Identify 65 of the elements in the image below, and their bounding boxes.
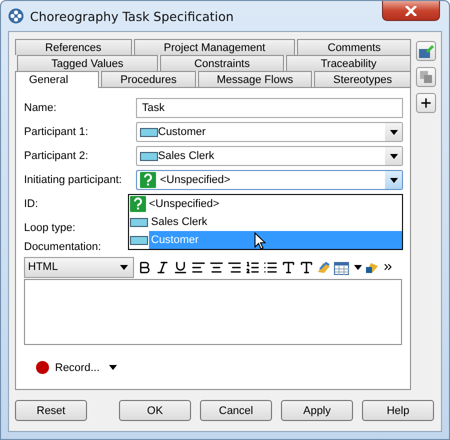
dialog-button[interactable]: Cancel bbox=[200, 400, 272, 421]
font-icon[interactable] bbox=[281, 260, 296, 274]
caret-icon bbox=[120, 264, 128, 270]
record-button[interactable]: Record... bbox=[34, 359, 119, 376]
dropdown-option[interactable]: Sales Clerk bbox=[149, 213, 402, 231]
tab[interactable]: General bbox=[15, 71, 100, 88]
align-center-icon[interactable] bbox=[209, 260, 224, 274]
tab[interactable]: Project Management bbox=[134, 39, 296, 55]
dropdown[interactable]: Sales Clerk bbox=[136, 146, 403, 166]
tab[interactable]: References bbox=[15, 39, 132, 55]
dialog-button[interactable]: Apply bbox=[281, 400, 353, 421]
dropdown[interactable]: Customer bbox=[136, 122, 403, 142]
paint-icon[interactable] bbox=[317, 260, 331, 274]
tab[interactable]: Constraints bbox=[160, 55, 284, 71]
documentation-field[interactable] bbox=[24, 279, 402, 345]
question-icon bbox=[140, 172, 156, 188]
format-dropdown[interactable]: HTML bbox=[24, 256, 134, 278]
participant-icon bbox=[130, 218, 148, 226]
dropdown-option[interactable]: <Unspecified> bbox=[147, 195, 402, 213]
record-icon bbox=[36, 361, 49, 374]
participant-icon bbox=[130, 236, 148, 244]
participant-icon bbox=[140, 152, 158, 160]
underline-icon[interactable] bbox=[173, 260, 188, 274]
caret-icon bbox=[390, 178, 398, 182]
field-label: Participant 1: bbox=[24, 126, 90, 138]
dialog-button[interactable]: Help bbox=[362, 400, 434, 421]
align-right-icon[interactable] bbox=[227, 260, 242, 274]
italic-icon[interactable] bbox=[155, 260, 170, 274]
field-label: Name: bbox=[24, 102, 58, 114]
field-label: Documentation: bbox=[24, 241, 102, 253]
numbered-list-icon[interactable] bbox=[245, 260, 260, 274]
bullet-list-icon[interactable] bbox=[263, 260, 278, 274]
field-label: Initiating participant: bbox=[24, 174, 123, 186]
field-label: Loop type: bbox=[24, 222, 76, 234]
more-icon[interactable] bbox=[382, 261, 394, 273]
close-button[interactable] bbox=[382, 1, 440, 21]
field-label: Participant 2: bbox=[24, 150, 90, 162]
expand-button[interactable] bbox=[416, 93, 436, 113]
font-size-icon[interactable] bbox=[299, 260, 314, 274]
app-icon bbox=[8, 8, 24, 24]
tab[interactable]: Message Flows bbox=[198, 71, 312, 87]
copy-button[interactable] bbox=[416, 67, 436, 87]
name-field[interactable]: Task bbox=[136, 98, 403, 118]
bold-icon[interactable] bbox=[137, 260, 152, 274]
tab[interactable]: Procedures bbox=[101, 71, 196, 87]
dialog-button[interactable]: OK bbox=[119, 400, 191, 421]
caret-icon bbox=[108, 365, 117, 370]
tab[interactable]: Stereotypes bbox=[314, 71, 412, 87]
caret-icon bbox=[390, 154, 398, 158]
align-left-icon[interactable] bbox=[191, 260, 206, 274]
table-icon[interactable] bbox=[334, 259, 351, 275]
tab[interactable]: Comments bbox=[297, 39, 411, 55]
window-title: Choreography Task Specification bbox=[30, 8, 234, 24]
caret-icon[interactable] bbox=[354, 264, 362, 270]
tab[interactable]: Tagged Values bbox=[17, 55, 158, 71]
dialog-button[interactable]: Reset bbox=[15, 400, 87, 421]
participant-icon bbox=[140, 128, 158, 136]
paint-icon[interactable] bbox=[365, 260, 379, 274]
dropdown[interactable]: <Unspecified> bbox=[136, 170, 403, 190]
add-icon-button[interactable] bbox=[416, 41, 436, 61]
field-label: ID: bbox=[24, 198, 40, 210]
close-icon bbox=[405, 6, 417, 16]
caret-icon bbox=[390, 130, 398, 134]
tab[interactable]: Traceability bbox=[286, 55, 411, 71]
plus-icon bbox=[419, 96, 433, 110]
